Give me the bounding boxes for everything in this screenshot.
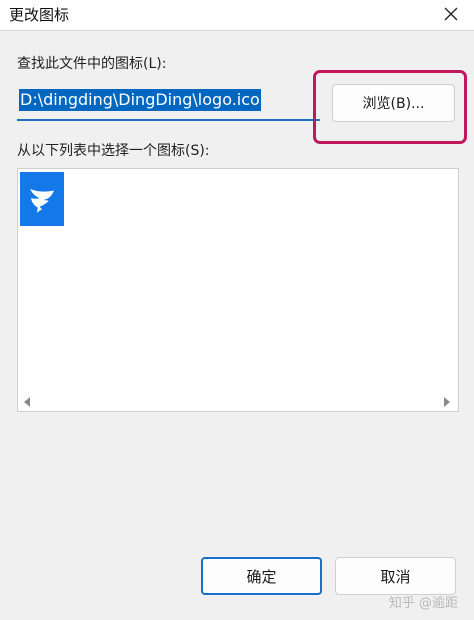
dingtalk-logo-icon bbox=[30, 188, 54, 213]
file-label: 查找此文件中的图标(L): bbox=[17, 56, 167, 72]
ok-button[interactable]: 确定 bbox=[201, 557, 322, 595]
scroll-right-arrow-icon[interactable] bbox=[444, 397, 450, 407]
cancel-button[interactable]: 取消 bbox=[335, 557, 456, 595]
watermark: 知乎 @逾距 bbox=[388, 596, 458, 611]
title-bar: 更改图标 bbox=[0, 0, 474, 30]
window-title: 更改图标 bbox=[9, 6, 70, 24]
horizontal-scrollbar[interactable] bbox=[18, 393, 458, 411]
close-button[interactable] bbox=[436, 0, 466, 28]
browse-button[interactable]: 浏览(B)... bbox=[332, 84, 455, 122]
selected-path-text[interactable]: D:\dingding\DingDing\logo.ico bbox=[19, 89, 261, 111]
close-icon bbox=[444, 7, 458, 21]
icon-list-item[interactable] bbox=[20, 172, 64, 226]
icon-list[interactable] bbox=[17, 168, 459, 412]
title-divider bbox=[0, 30, 474, 31]
scroll-left-arrow-icon[interactable] bbox=[24, 397, 30, 407]
icon-file-path-input[interactable]: D:\dingding\DingDing\logo.ico bbox=[17, 85, 320, 121]
icon-list-label: 从以下列表中选择一个图标(S): bbox=[17, 143, 210, 159]
